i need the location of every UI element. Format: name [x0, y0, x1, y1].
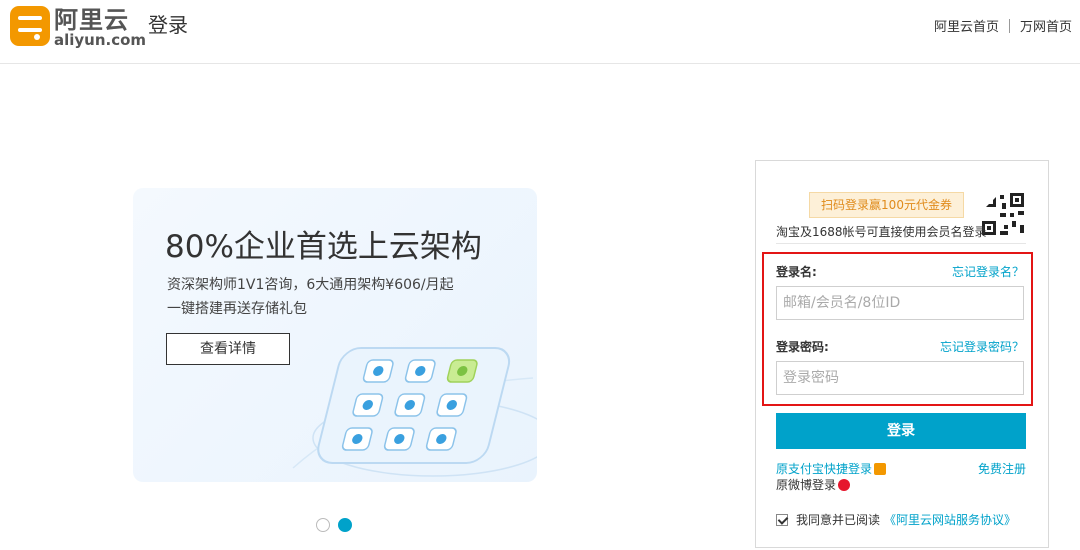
login-panel: 扫码登录赢100元代金券 淘宝及1688帐号可直接使用会员名登录 登录名: 忘记… [755, 160, 1049, 548]
weibo-login-label: 原微博登录 [776, 478, 837, 492]
forgot-username-link[interactable]: 忘记登录名？ [952, 263, 1024, 280]
password-label: 登录密码: [776, 340, 829, 354]
username-input[interactable] [776, 286, 1024, 320]
password-input[interactable] [776, 361, 1024, 395]
aliyun-home-link[interactable]: 阿里云首页 [934, 16, 999, 35]
banner-title: 80%企业首选上云架构 [165, 229, 482, 265]
divider [776, 243, 1026, 244]
cloud-architecture-illustration [292, 347, 537, 477]
qr-promo-badge[interactable]: 扫码登录赢100元代金券 [809, 192, 964, 218]
carousel-indicators [316, 518, 352, 532]
view-details-button[interactable]: 查看详情 [166, 333, 290, 365]
aliyun-logo[interactable]: 阿里云 aliyun.com [10, 6, 146, 48]
top-header: 阿里云 aliyun.com 登录 阿里云首页 万网首页 [0, 0, 1080, 64]
logo-text-en: aliyun.com [54, 31, 147, 49]
alipay-login-label: 原支付宝快捷登录 [776, 462, 873, 476]
aliyun-logo-icon [10, 6, 50, 46]
weibo-icon [838, 478, 851, 491]
nav-divider [1008, 18, 1010, 33]
account-hint: 淘宝及1688帐号可直接使用会员名登录 [776, 225, 987, 239]
alipay-icon [874, 462, 887, 475]
agreement-row: 我同意并已阅读 《阿里云网站服务协议》 [776, 511, 1016, 528]
banner-subtitle: 资深架构师1V1咨询，6大通用架构¥606/月起 [167, 277, 454, 293]
forgot-password-link[interactable]: 忘记登录密码？ [940, 338, 1024, 355]
page-title: 登录 [148, 13, 188, 37]
service-agreement-link[interactable]: 《阿里云网站服务协议》 [884, 511, 1016, 528]
promo-banner[interactable]: 80%企业首选上云架构 资深架构师1V1咨询，6大通用架构¥606/月起 一键搭… [133, 188, 537, 482]
banner-subtitle-2: 一键搭建再送存储礼包 [167, 301, 307, 317]
logo-text-cn: 阿里云 [54, 6, 129, 34]
login-button[interactable]: 登录 [776, 413, 1026, 449]
wanwang-home-link[interactable]: 万网首页 [1020, 16, 1072, 35]
agree-checkbox[interactable] [776, 513, 788, 526]
username-label: 登录名: [776, 265, 817, 279]
top-nav: 阿里云首页 万网首页 [934, 16, 1072, 35]
register-link[interactable]: 免费注册 [978, 460, 1026, 477]
alipay-login-link[interactable]: 原支付宝快捷登录 [776, 460, 887, 477]
agree-text: 我同意并已阅读 [796, 513, 881, 527]
carousel-dot-2[interactable] [338, 518, 352, 532]
carousel-dot-1[interactable] [316, 518, 330, 532]
weibo-login-link[interactable]: 原微博登录 [776, 476, 851, 493]
